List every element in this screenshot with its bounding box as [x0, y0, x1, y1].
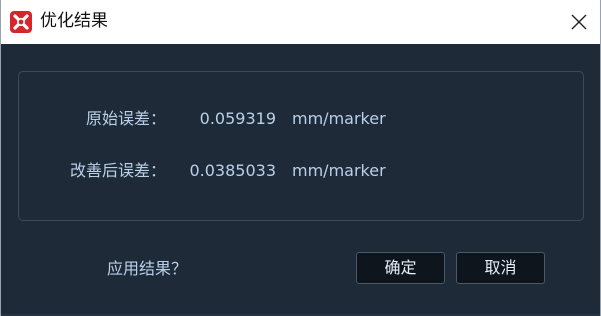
- improved-error-unit: mm/marker: [292, 161, 386, 180]
- close-button[interactable]: [564, 7, 594, 37]
- original-error-label: 原始误差：: [85, 109, 166, 128]
- results-panel: 原始误差： 0.059319 mm/marker 改善后误差： 0.038503…: [18, 71, 584, 221]
- apply-result-question: 应用结果？: [107, 259, 188, 278]
- title-bar[interactable]: 优化结果: [1, 0, 600, 44]
- improved-error-label: 改善后误差：: [69, 161, 166, 180]
- improved-error-value: 0.0385033: [189, 161, 276, 180]
- close-icon: [571, 14, 587, 30]
- app-logo-icon: [9, 10, 33, 34]
- original-error-row: 原始误差： 0.059319 mm/marker: [19, 107, 585, 131]
- improved-error-row: 改善后误差： 0.0385033 mm/marker: [19, 159, 585, 183]
- optimization-result-dialog: 优化结果 原始误差： 0.059319 mm/marker 改善后误差： 0.0…: [0, 0, 601, 316]
- original-error-value: 0.059319: [199, 109, 276, 128]
- cancel-button[interactable]: 取消: [456, 252, 545, 284]
- original-error-unit: mm/marker: [292, 109, 386, 128]
- ok-button[interactable]: 确定: [356, 252, 445, 284]
- window-title: 优化结果: [40, 11, 108, 31]
